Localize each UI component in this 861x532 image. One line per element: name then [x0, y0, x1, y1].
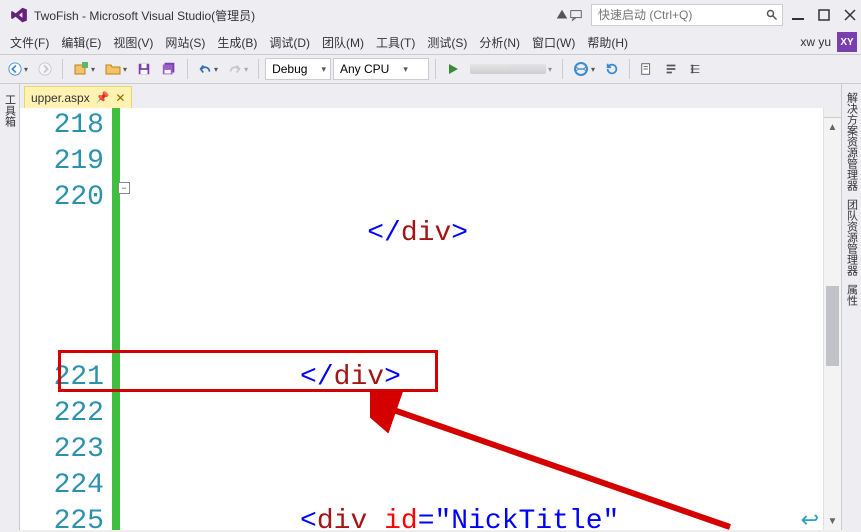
menu-build[interactable]: 生成(B) — [211, 32, 263, 53]
browser-select[interactable]: ▾ — [466, 58, 556, 80]
line-number: 221 — [20, 360, 104, 396]
vertical-scrollbar[interactable]: ▲ ▼ — [823, 108, 841, 530]
refresh-browsers-button[interactable] — [601, 58, 623, 80]
scrollbar-track[interactable] — [824, 136, 841, 512]
line-number: 218 — [20, 108, 104, 144]
menu-view[interactable]: 视图(V) — [107, 32, 159, 53]
menu-debug[interactable]: 调试(D) — [263, 32, 316, 53]
editor-body: 218 219 220 221 222 223 224 225 − — [20, 108, 841, 530]
code-area[interactable]: </div> </div> <div id="NickTitle"↩ style… — [130, 108, 823, 530]
configuration-select[interactable]: Debug▾ — [265, 58, 331, 80]
user-badge[interactable]: xw yu XY — [800, 32, 857, 52]
configuration-value: Debug — [272, 62, 307, 76]
window-title: TwoFish - Microsoft Visual Studio(管理员) — [34, 7, 255, 24]
scrollbar-thumb[interactable] — [826, 286, 839, 366]
menu-analyze[interactable]: 分析(N) — [473, 32, 526, 53]
workspace: 工具箱 upper.aspx 📌 ✕ 218 219 220 221 222 2… — [0, 84, 861, 530]
redo-button[interactable]: ▾ — [224, 58, 252, 80]
line-number — [20, 288, 104, 324]
menu-window[interactable]: 窗口(W) — [526, 32, 581, 53]
nav-back-button[interactable]: ▾ — [4, 58, 32, 80]
line-number: 220 — [20, 180, 104, 216]
line-number: 222 — [20, 396, 104, 432]
user-initials-badge: XY — [837, 32, 857, 52]
uncomment-button[interactable] — [684, 58, 706, 80]
open-file-button[interactable]: ▾ — [101, 58, 131, 80]
line-number: 219 — [20, 144, 104, 180]
document-tab-label: upper.aspx — [31, 91, 90, 105]
quick-launch[interactable] — [591, 4, 783, 26]
notifications-icon[interactable] — [555, 8, 569, 22]
outline-column: − — [120, 108, 130, 530]
line-number-gutter: 218 219 220 221 222 223 224 225 — [20, 108, 112, 530]
document-tabstrip: upper.aspx 📌 ✕ — [20, 84, 841, 108]
vs-logo-icon — [10, 6, 28, 24]
scroll-down-icon[interactable]: ▼ — [824, 512, 841, 530]
save-button[interactable] — [133, 58, 155, 80]
title-bar: TwoFish - Microsoft Visual Studio(管理员) — [0, 0, 861, 30]
menu-tools[interactable]: 工具(T) — [370, 32, 421, 53]
word-wrap-glyph-icon: ↩ — [801, 504, 819, 530]
line-number — [20, 252, 104, 288]
nav-forward-button[interactable] — [34, 58, 56, 80]
code-line: </div> — [130, 216, 823, 252]
quick-launch-input[interactable] — [592, 6, 762, 24]
line-number — [20, 324, 104, 360]
team-explorer-tab[interactable]: 团队资源管理器 — [842, 195, 861, 280]
menu-file[interactable]: 文件(F) — [4, 32, 55, 53]
close-tab-icon[interactable]: ✕ — [115, 91, 125, 105]
close-button[interactable] — [843, 8, 857, 22]
menu-test[interactable]: 测试(S) — [421, 32, 473, 53]
browser-link-button[interactable]: ▾ — [569, 58, 599, 80]
platform-value: Any CPU — [340, 62, 389, 76]
collapse-toggle-icon[interactable]: − — [118, 182, 130, 194]
pin-icon[interactable]: 📌 — [96, 91, 110, 104]
window-controls — [791, 8, 857, 22]
minimize-button[interactable] — [791, 8, 805, 22]
editor-column: upper.aspx 📌 ✕ 218 219 220 221 222 223 2… — [20, 84, 841, 530]
line-number — [20, 216, 104, 252]
username-label: xw yu — [800, 35, 831, 49]
document-tab-upper-aspx[interactable]: upper.aspx 📌 ✕ — [24, 86, 132, 108]
menu-help[interactable]: 帮助(H) — [581, 32, 634, 53]
maximize-button[interactable] — [817, 8, 831, 22]
code-line: <div id="NickTitle"↩ — [130, 504, 823, 530]
left-dock: 工具箱 — [0, 84, 20, 530]
line-number: 223 — [20, 432, 104, 468]
start-debug-button[interactable] — [442, 58, 464, 80]
menu-team[interactable]: 团队(M) — [316, 32, 370, 53]
scroll-up-icon[interactable]: ▲ — [824, 118, 841, 136]
feedback-icon[interactable] — [569, 8, 583, 22]
menu-bar: 文件(F) 编辑(E) 视图(V) 网站(S) 生成(B) 调试(D) 团队(M… — [0, 30, 861, 54]
save-all-button[interactable] — [157, 58, 181, 80]
right-dock: 解决方案资源管理器 团队资源管理器 属性 — [841, 84, 861, 530]
toolbox-tab[interactable]: 工具箱 — [0, 88, 20, 133]
platform-select[interactable]: Any CPU▾ — [333, 58, 429, 80]
change-indicator-bar — [112, 108, 120, 530]
menu-edit[interactable]: 编辑(E) — [55, 32, 107, 53]
main-toolbar: ▾ ▾ ▾ ▾ ▾ Debug▾ Any CPU▾ ▾ ▾ — [0, 54, 861, 84]
code-line: </div> — [130, 360, 823, 396]
properties-tab[interactable]: 属性 — [842, 280, 861, 310]
solution-explorer-tab[interactable]: 解决方案资源管理器 — [842, 88, 861, 195]
undo-button[interactable]: ▾ — [194, 58, 222, 80]
line-number: 224 — [20, 468, 104, 504]
splitter-handle[interactable] — [824, 108, 841, 118]
search-icon[interactable] — [762, 5, 782, 25]
menu-website[interactable]: 网站(S) — [159, 32, 211, 53]
comment-button[interactable] — [660, 58, 682, 80]
find-in-files-button[interactable] — [636, 58, 658, 80]
line-number: 225 — [20, 504, 104, 530]
new-project-button[interactable]: ▾ — [69, 58, 99, 80]
